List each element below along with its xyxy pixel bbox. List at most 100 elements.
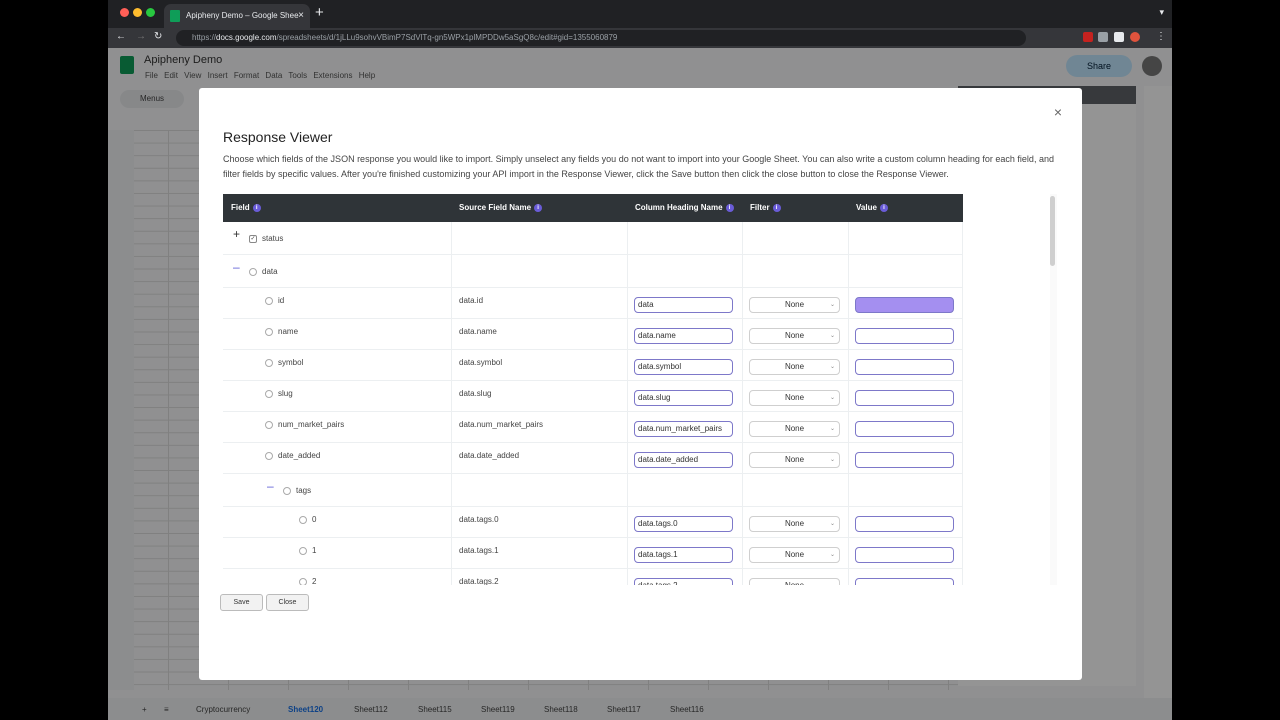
chevron-down-icon: ⌄ [829, 302, 835, 308]
column-heading-input[interactable]: data.tags.0 [634, 516, 733, 532]
browser-tab[interactable]: Apipheny Demo – Google Shee × [164, 4, 310, 28]
filter-value: None [784, 519, 805, 528]
radio-icon[interactable] [299, 546, 307, 555]
value-input[interactable] [855, 516, 954, 532]
field-cell: 0 [299, 515, 316, 524]
maximize-window-icon[interactable] [146, 8, 155, 17]
sidebar-icon[interactable] [1114, 32, 1124, 42]
checkbox-icon[interactable]: ✓ [249, 234, 257, 243]
filter-select[interactable]: None ⌄ [749, 390, 840, 406]
filter-select[interactable]: None ⌄ [749, 578, 840, 585]
value-input[interactable] [855, 547, 954, 563]
column-heading-input[interactable]: data.name [634, 328, 733, 344]
column-heading-input[interactable]: data.symbol [634, 359, 733, 375]
value-input[interactable] [855, 421, 954, 437]
radio-icon[interactable] [265, 296, 273, 305]
value-input[interactable] [855, 328, 954, 344]
extension-icon[interactable] [1083, 32, 1093, 42]
chevron-down-icon: ⌄ [829, 333, 835, 339]
value-input[interactable] [855, 578, 954, 585]
scrollbar-thumb[interactable] [1050, 196, 1055, 266]
field-cell: date_added [265, 451, 320, 460]
field-cell: 1 [299, 546, 316, 555]
filter-select[interactable]: None ⌄ [749, 547, 840, 563]
radio-icon[interactable] [265, 389, 273, 398]
column-header-filter: Filter i [750, 194, 781, 222]
value-input[interactable] [855, 297, 954, 313]
profile-icon[interactable] [1130, 32, 1140, 42]
value-input[interactable] [855, 359, 954, 375]
response-table: Field i Source Field Name i Column Heading… [223, 194, 1049, 585]
response-viewer-dialog: × Response Viewer Choose which fields of… [199, 88, 1082, 680]
reload-icon[interactable]: ↻ [154, 31, 162, 42]
minus-icon[interactable]: – [267, 479, 274, 493]
puzzle-icon[interactable] [1098, 32, 1108, 42]
filter-value: None [784, 300, 805, 309]
back-icon[interactable]: ← [116, 31, 126, 42]
table-row: num_market_pairs data.num_market_pairs dat… [223, 412, 963, 443]
column-heading-input[interactable]: data.num_market_pairs [634, 421, 733, 437]
value-input[interactable] [855, 452, 954, 468]
table-row: – tags [223, 474, 963, 507]
dialog-description: Choose which fields of the JSON response… [223, 154, 1054, 179]
field-cell: 2 [299, 577, 316, 585]
info-icon[interactable]: i [725, 203, 734, 212]
field-label: tags [296, 486, 312, 495]
value-input[interactable] [855, 390, 954, 406]
column-heading-input[interactable]: data.slug [634, 390, 733, 406]
column-heading-input[interactable]: data.tags.1 [634, 547, 733, 563]
info-icon[interactable]: i [879, 203, 888, 212]
address-bar[interactable]: https://docs.google.com/spreadsheets/d/1… [176, 30, 1026, 46]
filter-select[interactable]: None ⌄ [749, 297, 840, 313]
filter-value: None [784, 393, 805, 402]
source-field-name: data.tags.1 [459, 546, 499, 555]
save-button[interactable]: Save [220, 594, 263, 611]
radio-icon[interactable] [265, 451, 273, 460]
field-cell: symbol [265, 358, 303, 367]
table-row: symbol data.symbol data.symbol None ⌄ [223, 350, 963, 381]
radio-icon[interactable] [249, 267, 257, 276]
radio-icon[interactable] [299, 577, 307, 585]
plus-icon[interactable]: + [233, 227, 240, 241]
filter-select[interactable]: None ⌄ [749, 421, 840, 437]
field-label: status [262, 234, 284, 243]
field-cell: num_market_pairs [265, 420, 344, 429]
sheets-favicon-icon [170, 10, 180, 22]
filter-value: None [784, 550, 805, 559]
forward-icon[interactable]: → [136, 31, 146, 42]
radio-icon[interactable] [265, 420, 273, 429]
chevron-down-icon[interactable]: ▾ [1159, 7, 1164, 18]
minimize-window-icon[interactable] [133, 8, 142, 17]
info-icon[interactable]: i [772, 203, 781, 212]
field-cell: data [249, 267, 278, 276]
filter-select[interactable]: None ⌄ [749, 328, 840, 344]
close-window-icon[interactable] [120, 8, 129, 17]
table-row: 1 data.tags.1 data.tags.1 None ⌄ [223, 538, 963, 569]
source-field-name: data.tags.2 [459, 577, 499, 585]
close-icon[interactable]: × [1054, 104, 1062, 120]
info-icon[interactable]: i [252, 203, 261, 212]
filter-select[interactable]: None ⌄ [749, 516, 840, 532]
chevron-down-icon: ⌄ [829, 521, 835, 527]
url-host: docs.google.com [216, 33, 277, 42]
column-heading-input[interactable]: data.tags.2 [634, 578, 733, 585]
dialog-title: Response Viewer [223, 129, 333, 145]
more-menu-icon[interactable]: ⋮ [1156, 31, 1166, 42]
tab-close-icon[interactable]: × [298, 4, 304, 28]
table-row: name data.name data.name None ⌄ [223, 319, 963, 350]
filter-select[interactable]: None ⌄ [749, 452, 840, 468]
close-button[interactable]: Close [266, 594, 309, 611]
field-label: data [262, 267, 278, 276]
radio-icon[interactable] [299, 515, 307, 524]
radio-icon[interactable] [265, 327, 273, 336]
radio-icon[interactable] [283, 486, 291, 495]
column-heading-input[interactable]: data [634, 297, 733, 313]
source-field-name: data.num_market_pairs [459, 420, 544, 429]
chevron-down-icon: ⌄ [830, 579, 835, 585]
radio-icon[interactable] [265, 358, 273, 367]
column-heading-input[interactable]: data.date_added [634, 452, 733, 468]
filter-select[interactable]: None ⌄ [749, 359, 840, 375]
minus-icon[interactable]: – [233, 260, 240, 274]
new-tab-button[interactable]: + [315, 4, 324, 21]
info-icon[interactable]: i [534, 203, 543, 212]
